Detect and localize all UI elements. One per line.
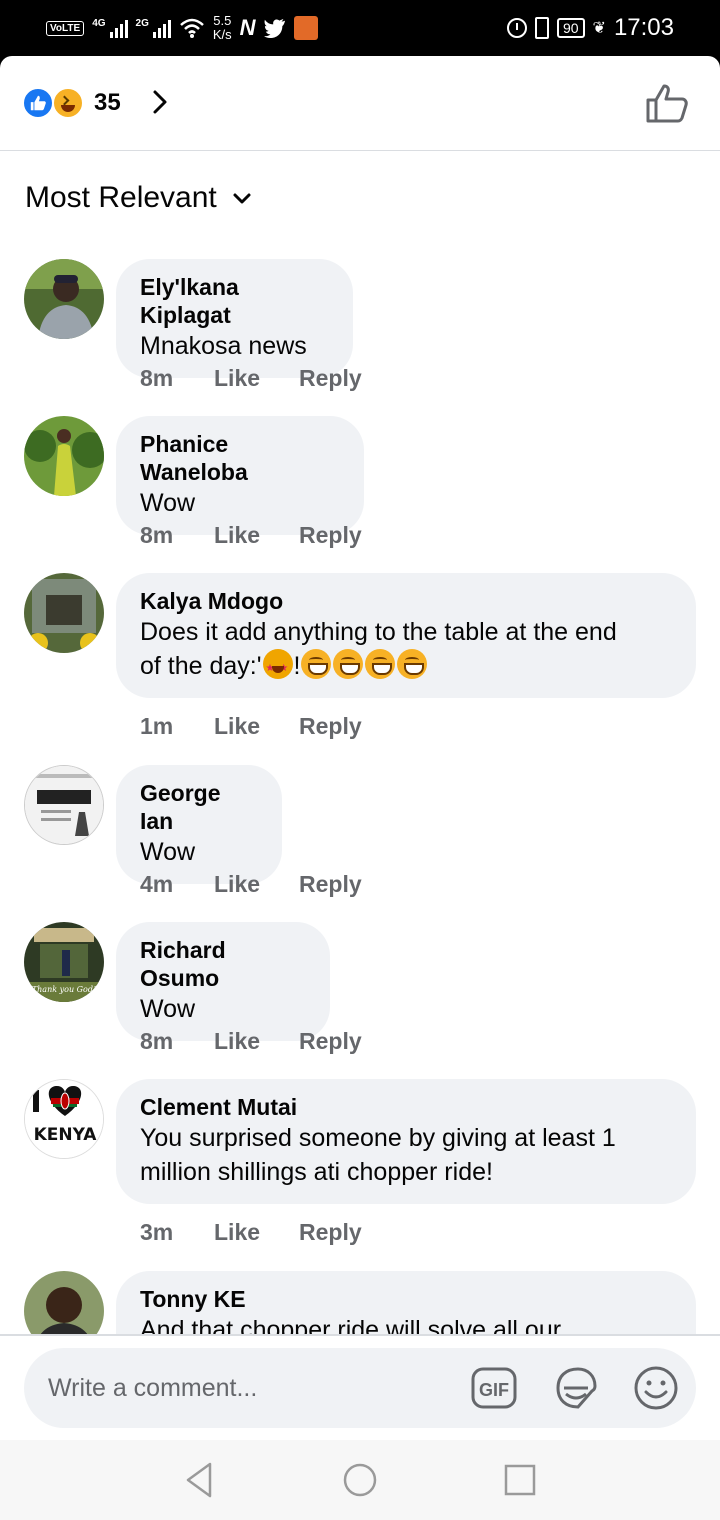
comment-actions: 3m Like Reply [140, 1219, 362, 1246]
comment-bubble[interactable]: Phanice Waneloba Wow [116, 416, 364, 535]
svg-text:GIF: GIF [479, 1380, 509, 1400]
status-left: VoLTE 4G 2G 5.5 K/s N [46, 10, 318, 46]
avatar[interactable] [24, 765, 104, 845]
comment-bubble[interactable]: George Ian Wow [116, 765, 282, 884]
comment-author[interactable]: Kalya Mdogo [140, 587, 672, 615]
like-reaction-icon[interactable] [22, 87, 54, 119]
comment-text: Wow [140, 838, 196, 866]
comment-composer: GIF [0, 1334, 720, 1440]
comment-author[interactable]: Clement Mutai [140, 1093, 672, 1121]
comment-like-button[interactable]: Like [214, 871, 299, 898]
comment-time: 1m [140, 713, 174, 739]
recents-icon[interactable] [500, 1460, 540, 1500]
chevron-right-icon[interactable] [146, 88, 174, 116]
wifi-icon [180, 18, 204, 38]
battery-indicator: 90 [556, 18, 585, 38]
status-time: 17:03 [613, 14, 674, 41]
kilimall-notification-icon [293, 16, 318, 40]
comment-input[interactable] [48, 1348, 448, 1428]
reactions-header: 35 [0, 56, 720, 151]
netflix-notification-icon: N [239, 15, 256, 40]
comment-reply-button[interactable]: Reply [299, 1028, 362, 1055]
battery-saver-icon: ❦ [592, 20, 606, 37]
comment-time: 8m [140, 365, 174, 391]
comment-bubble[interactable]: Richard Osumo Wow [116, 922, 330, 1041]
grinning-emoji-icon [333, 649, 364, 679]
comment-text: Mnakosa news [140, 332, 307, 360]
grinning-emoji-icon [301, 649, 332, 679]
back-icon[interactable] [180, 1460, 220, 1500]
avatar[interactable] [24, 416, 104, 496]
composer-pill: GIF [24, 1348, 696, 1428]
comment-author[interactable]: Richard Osumo [140, 936, 306, 992]
comment-actions: 8m Like Reply [140, 522, 362, 549]
comment-like-button[interactable]: Like [214, 713, 299, 740]
comment-actions: 8m Like Reply [140, 365, 362, 392]
comment-reply-button[interactable]: Reply [299, 365, 362, 392]
home-icon[interactable] [340, 1460, 380, 1500]
comment-time: 8m [140, 1028, 174, 1054]
comment-author[interactable]: George Ian [140, 779, 258, 835]
network-speed: 5.5 K/s [212, 13, 232, 42]
sort-dropdown[interactable]: Most Relevant [25, 181, 253, 215]
comment-time: 3m [140, 1219, 174, 1245]
comment-author[interactable]: Ely'lkana Kiplagat [140, 273, 329, 329]
avatar[interactable]: KENYA [24, 1079, 104, 1159]
comment-reply-button[interactable]: Reply [299, 1219, 362, 1246]
comment-text: Does it add anything to the table at the… [140, 615, 672, 686]
comment-actions: 8m Like Reply [140, 1028, 362, 1055]
signal-4g-icon: 4G [92, 18, 128, 38]
like-outline-icon[interactable] [644, 82, 690, 124]
alarm-icon [506, 18, 527, 38]
grinning-emoji-icon [397, 649, 428, 679]
comment-reply-button[interactable]: Reply [299, 871, 362, 898]
twitter-notification-icon [263, 18, 285, 38]
vibrate-icon [534, 17, 549, 39]
gif-button-icon[interactable]: GIF [470, 1364, 518, 1412]
signal-2g-icon: 2G [136, 18, 171, 38]
avatar-label: KENYA [34, 1125, 98, 1145]
chevron-down-icon [233, 193, 251, 204]
comment-time: 8m [140, 522, 174, 548]
comment-author[interactable]: Phanice Waneloba [140, 430, 340, 486]
status-right: 90 ❦ 17:03 [506, 10, 674, 46]
star-struck-emoji-icon [262, 649, 293, 686]
comment-reply-button[interactable]: Reply [299, 522, 362, 549]
comment-text: Wow [140, 489, 196, 517]
reaction-count[interactable]: 35 [94, 87, 121, 119]
comment-actions: 1m Like Reply [140, 713, 362, 740]
avatar[interactable] [24, 573, 104, 653]
avatar-caption: Thank you God! [32, 985, 96, 994]
sticker-icon[interactable] [552, 1364, 600, 1412]
volte-badge: VoLTE [46, 20, 85, 36]
comment-like-button[interactable]: Like [214, 522, 299, 549]
comment-bubble[interactable]: Ely'lkana Kiplagat Mnakosa news [116, 259, 353, 378]
comment-like-button[interactable]: Like [214, 1219, 299, 1246]
comment-reply-button[interactable]: Reply [299, 713, 362, 740]
comment-text: You surprised someone by giving at least… [140, 1124, 616, 1186]
status-bar: VoLTE 4G 2G 5.5 K/s N 90 ❦ 17:03 [0, 0, 720, 56]
emoji-icon[interactable] [632, 1364, 680, 1412]
comment-time: 4m [140, 871, 174, 897]
comment-bubble[interactable]: Clement Mutai You surprised someone by g… [116, 1079, 696, 1204]
comment-like-button[interactable]: Like [214, 1028, 299, 1055]
comment-author[interactable]: Tonny KE [140, 1285, 672, 1313]
comments-sheet: 35 Most Relevant Ely'lkana Kiplagat Mnak… [0, 56, 720, 1520]
comment-like-button[interactable]: Like [214, 365, 299, 392]
avatar[interactable] [24, 259, 104, 339]
comment-text: Wow [140, 995, 196, 1023]
android-nav-bar [0, 1440, 720, 1520]
avatar[interactable]: Thank you God! [24, 922, 104, 1002]
comment-bubble[interactable]: Kalya Mdogo Does it add anything to the … [116, 573, 696, 698]
comment-actions: 4m Like Reply [140, 871, 362, 898]
sort-label: Most Relevant [25, 181, 217, 214]
grinning-emoji-icon [365, 649, 396, 679]
haha-reaction-icon[interactable] [52, 87, 84, 119]
